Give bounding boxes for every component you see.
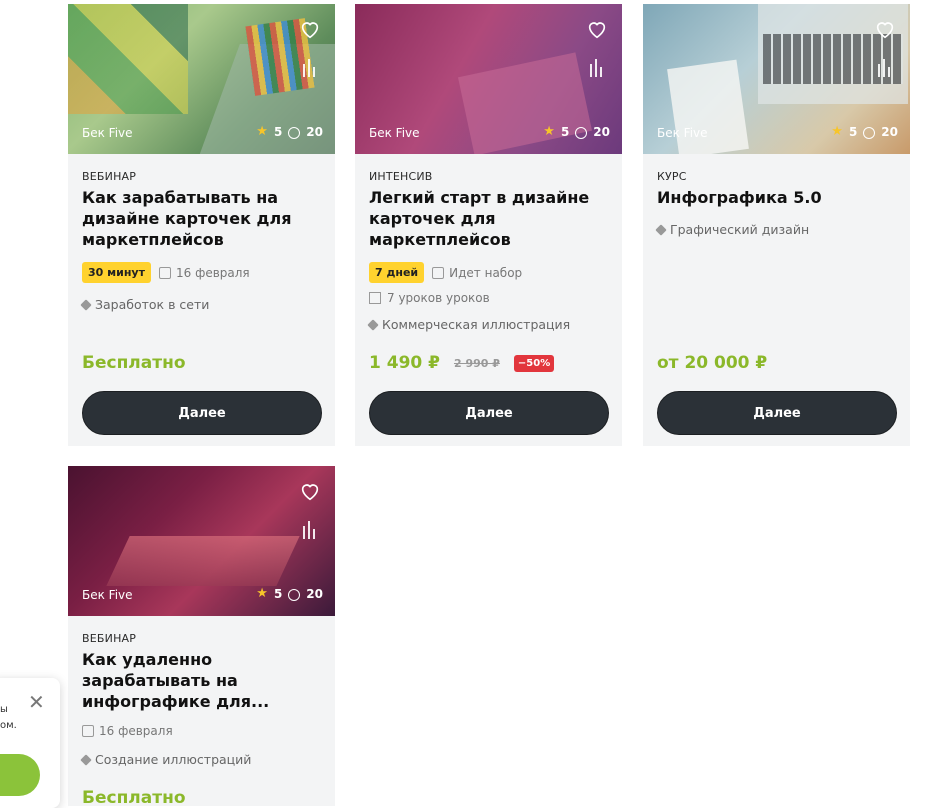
- star-icon: ★: [256, 586, 268, 601]
- author-name: Бек Five: [369, 126, 420, 140]
- category-tag[interactable]: Создание иллюстраций: [80, 752, 321, 767]
- star-icon: ★: [543, 124, 555, 139]
- date-label: 16 февраля: [82, 724, 173, 738]
- discount-badge: −50%: [513, 354, 555, 372]
- course-title[interactable]: Легкий старт в дизайне карточек для марк…: [369, 187, 608, 250]
- compare-icon[interactable]: [301, 520, 317, 540]
- tag-icon: [80, 753, 92, 766]
- card-stats: ★ 5 20: [543, 124, 610, 139]
- course-card[interactable]: Бек Five ★ 5 20 КУРС Инфографика 5.0 Гра…: [643, 4, 910, 446]
- date-label: 16 февраля: [158, 265, 250, 280]
- author-name: Бек Five: [82, 588, 133, 602]
- course-title[interactable]: Инфографика 5.0: [657, 187, 896, 208]
- course-title[interactable]: Как удаленно зарабатывать на инфографике…: [82, 649, 321, 712]
- comment-icon: [575, 126, 588, 139]
- tag-text: Заработок в сети: [95, 297, 210, 312]
- duration-badge: 7 дней: [369, 262, 425, 283]
- details-button[interactable]: Далее: [369, 391, 609, 435]
- category-tag[interactable]: Графический дизайн: [655, 222, 896, 237]
- old-price: 2 990 ₽: [453, 356, 500, 370]
- date-text: 16 февраля: [99, 724, 173, 738]
- tag-text: Создание иллюстраций: [95, 752, 252, 767]
- category-tag[interactable]: Коммерческая иллюстрация: [367, 317, 608, 332]
- price: Бесплатно: [82, 353, 186, 373]
- card-stats: ★ 5 20: [256, 124, 323, 139]
- enrollment-status: Идет набор: [432, 266, 522, 280]
- comments-count: 20: [593, 124, 610, 139]
- compare-icon[interactable]: [588, 58, 604, 78]
- course-card[interactable]: Бек Five ★ 5 20 ИНТЕНСИВ Легкий старт в …: [355, 4, 622, 446]
- date-text: 16 февраля: [175, 265, 250, 280]
- card-stats: ★ 5 20: [831, 124, 898, 139]
- course-type: ИНТЕНСИВ: [369, 170, 433, 183]
- cookie-text-line1: ы: [0, 704, 8, 715]
- card-stats: ★ 5 20: [256, 586, 323, 601]
- compare-icon[interactable]: [876, 58, 892, 78]
- comment-icon: [288, 126, 301, 139]
- details-button[interactable]: Далее: [657, 391, 897, 435]
- calendar-icon: [158, 266, 171, 279]
- comments-count: 20: [306, 586, 323, 601]
- rating-value: 5: [560, 124, 570, 139]
- course-title[interactable]: Как зарабатывать на дизайне карточек для…: [82, 187, 321, 250]
- rating-value: 5: [273, 124, 283, 139]
- cookie-accept-button[interactable]: [0, 754, 40, 796]
- cookie-popup: ы ом. ✕: [0, 678, 60, 808]
- category-tag[interactable]: Заработок в сети: [80, 297, 321, 312]
- course-type: ВЕБИНАР: [82, 170, 137, 183]
- details-button[interactable]: Далее: [82, 391, 322, 435]
- compare-icon[interactable]: [301, 58, 317, 78]
- comment-icon: [863, 126, 876, 139]
- cookie-text-line2: ом.: [0, 720, 17, 731]
- rating-value: 5: [848, 124, 858, 139]
- heart-icon[interactable]: [586, 18, 608, 40]
- calendar-icon: [82, 725, 94, 737]
- card-image[interactable]: Бек Five ★ 5 20: [355, 4, 622, 154]
- heart-icon[interactable]: [299, 480, 321, 502]
- card-image[interactable]: Бек Five ★ 5 20: [643, 4, 910, 154]
- tag-text: Графический дизайн: [670, 222, 810, 237]
- course-card[interactable]: Бек Five ★ 5 20 ВЕБИНАР Как зарабатывать…: [68, 4, 335, 446]
- image-decoration: [106, 536, 300, 586]
- comments-count: 20: [306, 124, 323, 139]
- calendar-icon: [432, 266, 445, 279]
- comment-icon: [288, 588, 301, 601]
- course-card[interactable]: Бек Five ★ 5 20 ВЕБИНАР Как удаленно зар…: [68, 466, 335, 808]
- close-icon[interactable]: ✕: [28, 692, 45, 712]
- card-image[interactable]: Бек Five ★ 5 20: [68, 4, 335, 154]
- price: Бесплатно: [82, 788, 186, 808]
- price-row: 1 490 ₽ 2 990 ₽ −50%: [369, 353, 555, 373]
- tag-icon: [367, 318, 379, 331]
- author-name: Бек Five: [82, 126, 133, 140]
- course-type: ВЕБИНАР: [82, 632, 137, 645]
- lessons-text: 7 уроков уроков: [387, 291, 490, 305]
- tag-text: Коммерческая иллюстрация: [382, 317, 571, 332]
- tag-icon: [80, 298, 92, 311]
- image-decoration: [68, 4, 188, 114]
- tag-icon: [655, 223, 667, 236]
- comments-count: 20: [881, 124, 898, 139]
- author-name: Бек Five: [657, 126, 708, 140]
- lessons-icon: [369, 292, 381, 304]
- status-text: Идет набор: [449, 265, 523, 280]
- star-icon: ★: [831, 124, 843, 139]
- heart-icon[interactable]: [299, 18, 321, 40]
- rating-value: 5: [273, 586, 283, 601]
- price: от 20 000 ₽: [657, 353, 768, 373]
- card-image[interactable]: Бек Five ★ 5 20: [68, 466, 335, 616]
- lessons-count: 7 уроков уроков: [369, 291, 608, 305]
- star-icon: ★: [256, 124, 268, 139]
- heart-icon[interactable]: [874, 18, 896, 40]
- current-price: 1 490 ₽: [369, 353, 440, 373]
- duration-badge: 30 минут: [82, 262, 151, 283]
- course-type: КУРС: [657, 170, 687, 183]
